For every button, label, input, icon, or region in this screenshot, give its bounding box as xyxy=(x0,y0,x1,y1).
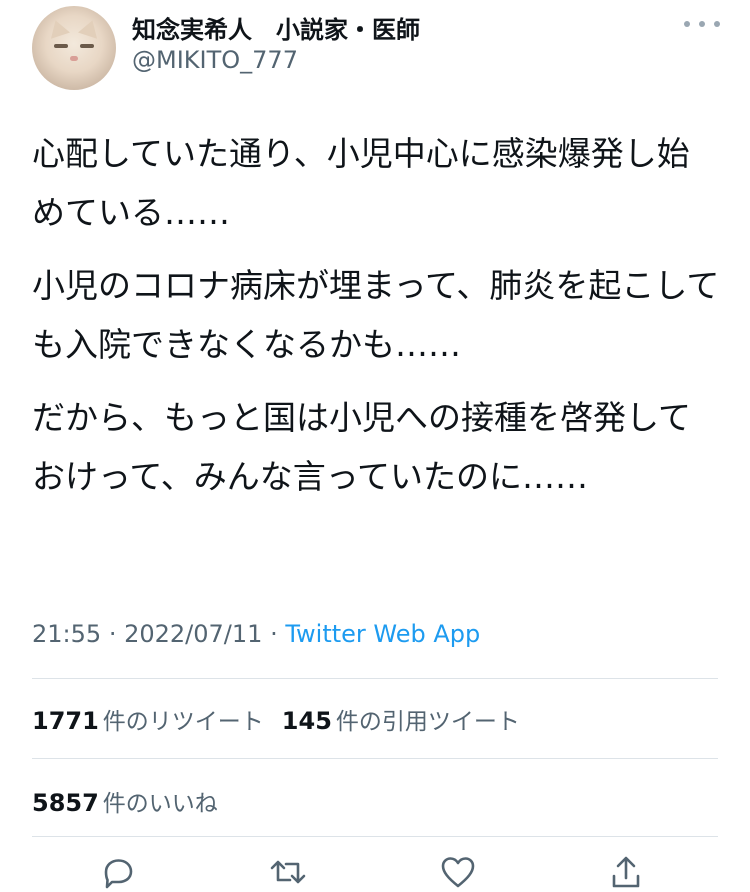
avatar-nose xyxy=(70,56,78,61)
likes-count: 5857 xyxy=(32,789,99,817)
share-icon xyxy=(612,856,640,888)
likes-label: 件のいいね xyxy=(102,791,218,817)
avatar-eye-left xyxy=(54,44,68,48)
retweet-button[interactable] xyxy=(268,852,308,888)
tweet-paragraph: だから、もっと国は小児への接種を啓発しておけって、みんな言っていたのに…… xyxy=(32,398,692,496)
avatar-ear-left xyxy=(46,17,70,39)
display-name[interactable]: 知念実希人 小説家・医師 xyxy=(132,10,420,45)
meta-separator: · xyxy=(270,620,278,648)
tweet-paragraph: 心配していた通り、小児中心に感染爆発し始めている…… xyxy=(32,134,690,232)
user-handle[interactable]: @MIKITO_777 xyxy=(132,46,298,74)
tweet-time[interactable]: 21:55 xyxy=(32,620,101,648)
tweet-header: 知念実希人 小説家・医師 @MIKITO_777 xyxy=(32,6,732,90)
tweet-source-link[interactable]: Twitter Web App xyxy=(285,620,480,648)
avatar-ear-right xyxy=(78,17,102,39)
share-button[interactable] xyxy=(606,852,646,888)
retweets-label: 件のリツイート xyxy=(102,709,264,735)
quotes-stat[interactable]: 145 件の引用ツイート xyxy=(281,707,520,735)
quotes-label: 件の引用ツイート xyxy=(335,709,520,735)
divider xyxy=(32,758,718,759)
likes-stats[interactable]: 5857 件のいいね xyxy=(32,784,218,818)
tweet-paragraph: 小児のコロナ病床が埋まって、肺炎を起こしても入院できなくなるかも…… xyxy=(32,266,720,364)
retweets-stat[interactable]: 1771 件のリツイート xyxy=(32,707,264,735)
more-options-icon[interactable] xyxy=(684,18,720,30)
retweet-stats: 1771 件のリツイート 145 件の引用ツイート xyxy=(32,702,520,736)
divider xyxy=(32,678,718,679)
tweet-text: 心配していた通り、小児中心に感染爆発し始めている…… 小児のコロナ病床が埋まって… xyxy=(32,124,722,520)
quotes-count: 145 xyxy=(281,707,332,735)
tweet-date[interactable]: 2022/07/11 xyxy=(124,620,262,648)
reply-icon xyxy=(104,859,133,889)
action-bar xyxy=(0,852,750,889)
tweet-meta: 21:55 · 2022/07/11 · Twitter Web App xyxy=(32,620,480,648)
like-button[interactable] xyxy=(438,852,478,888)
divider xyxy=(32,836,718,837)
avatar-eye-right xyxy=(80,44,94,48)
reply-button[interactable] xyxy=(98,852,138,889)
retweets-count: 1771 xyxy=(32,707,99,735)
avatar[interactable] xyxy=(32,6,116,90)
like-icon xyxy=(441,857,475,888)
meta-separator: · xyxy=(108,620,117,648)
retweet-icon xyxy=(270,860,306,884)
